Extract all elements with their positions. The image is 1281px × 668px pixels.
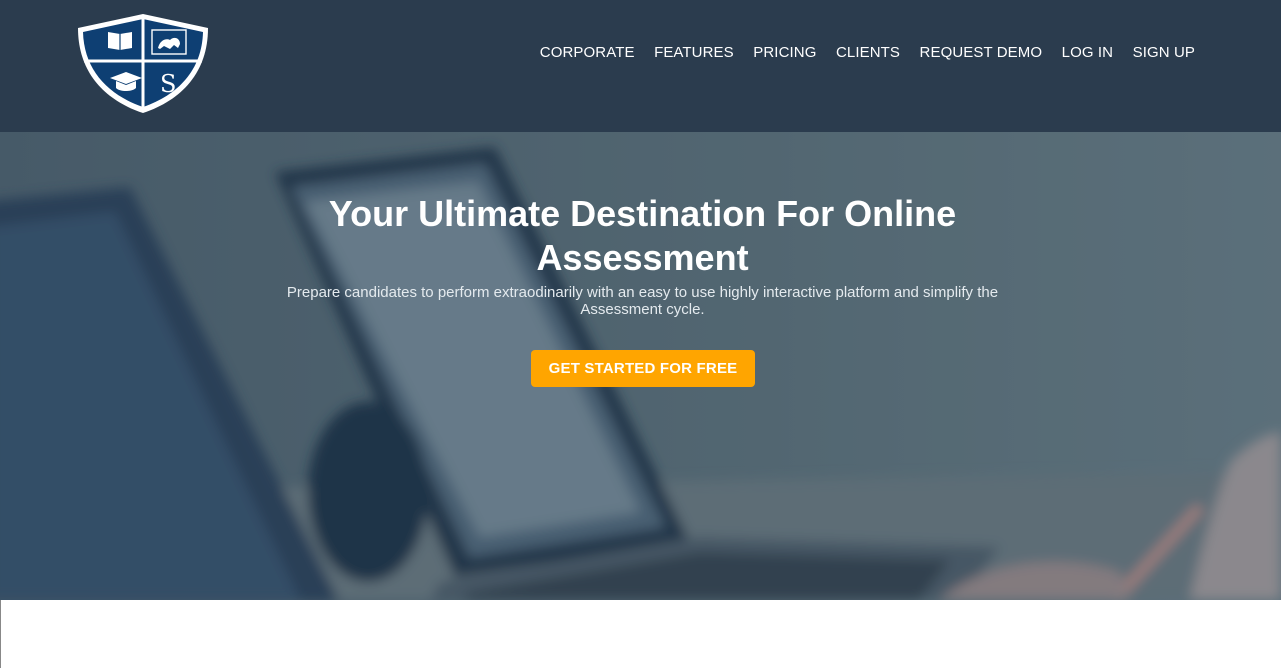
nav-log-in[interactable]: LOG IN xyxy=(1062,44,1113,62)
logo[interactable]: S xyxy=(74,12,212,116)
hero-section: Your Ultimate Destination For Online Ass… xyxy=(0,132,1281,600)
nav-sign-up[interactable]: SIGN UP xyxy=(1133,44,1195,62)
hero-title: Your Ultimate Destination For Online Ass… xyxy=(328,193,957,278)
site-header: S CORPORATE FEATURES PRICING CLIENTS REQ… xyxy=(0,0,1281,132)
nav-pricing[interactable]: PRICING xyxy=(753,44,816,62)
nav-clients[interactable]: CLIENTS xyxy=(836,44,900,62)
nav-features[interactable]: FEATURES xyxy=(654,44,734,62)
shield-crest-icon: S xyxy=(78,14,208,113)
get-started-button[interactable]: GET STARTED FOR FREE xyxy=(531,350,755,387)
nav-corporate[interactable]: CORPORATE xyxy=(540,44,635,62)
logo-letter: S xyxy=(160,70,176,98)
nav-request-demo[interactable]: REQUEST DEMO xyxy=(920,44,1043,62)
hero-subtitle: Prepare candidates to perform extraodina… xyxy=(286,284,999,318)
main-nav: CORPORATE FEATURES PRICING CLIENTS REQUE… xyxy=(520,44,1195,62)
content-area xyxy=(0,600,1281,668)
